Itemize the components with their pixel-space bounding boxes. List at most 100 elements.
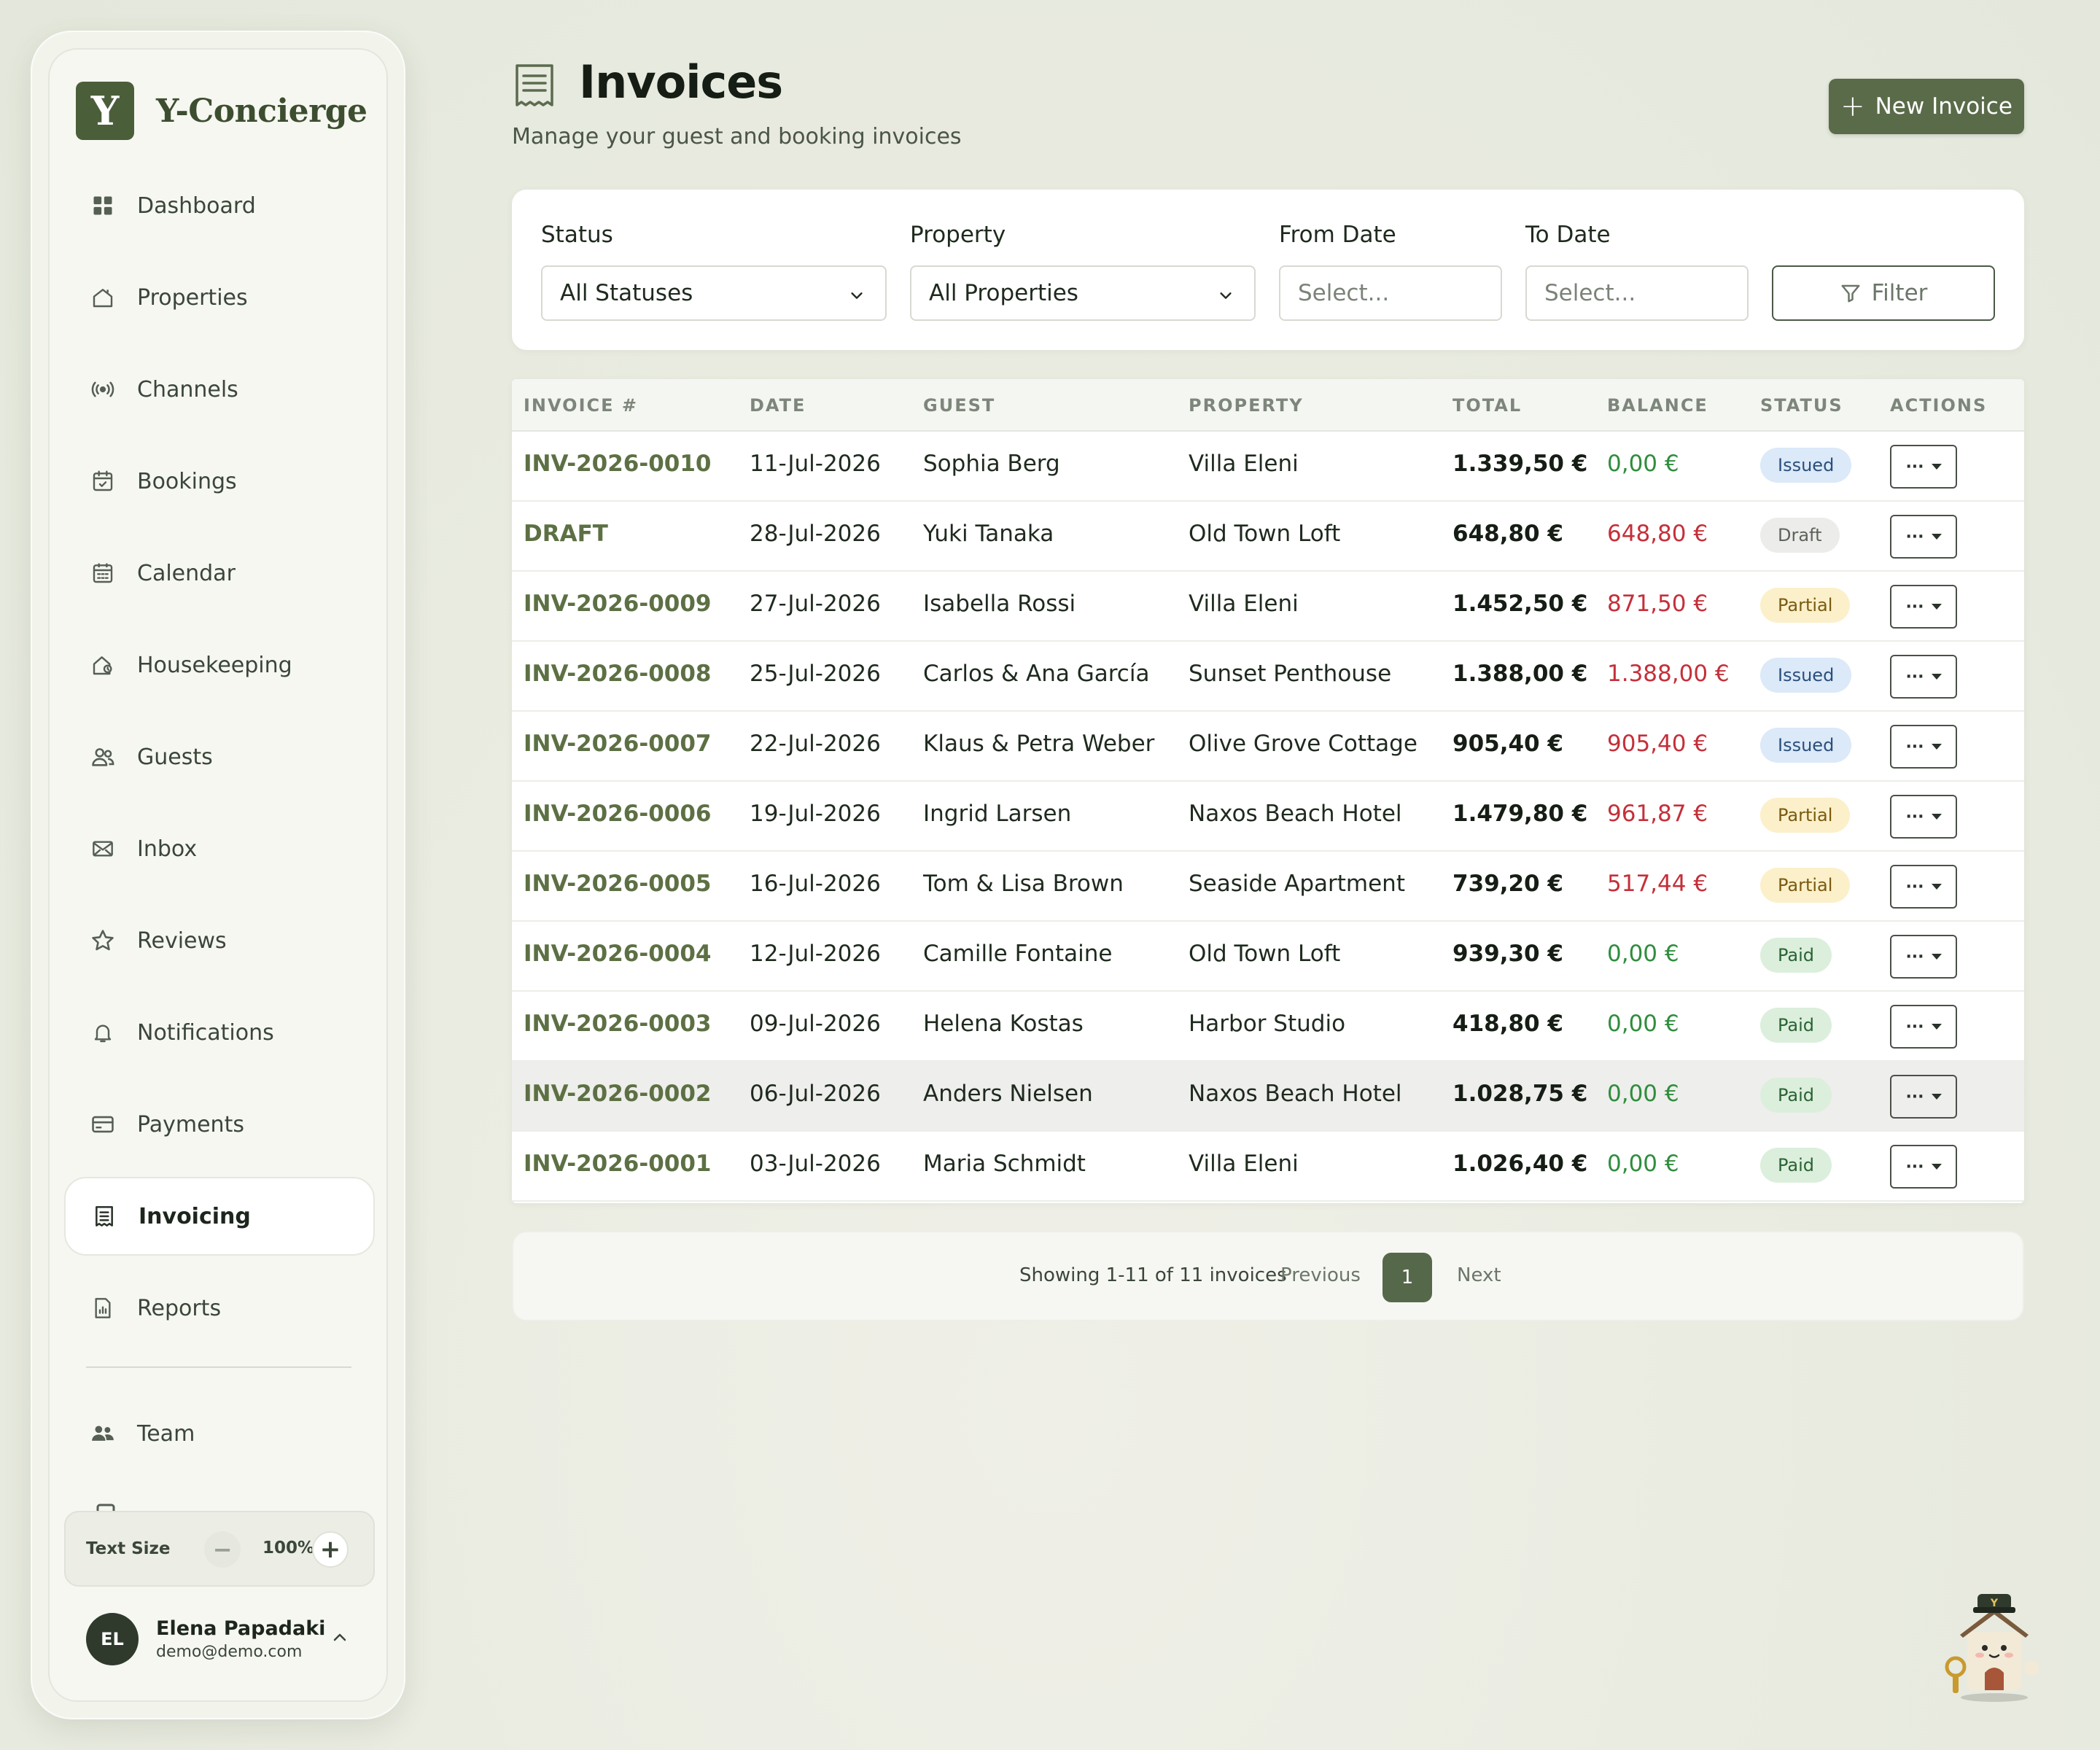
- receipt-icon: [92, 1204, 117, 1229]
- table-row[interactable]: INV-2026-0008 25-Jul-2026 Carlos & Ana Gar…: [512, 642, 2024, 712]
- invoice-number-link[interactable]: INV-2026-0007: [524, 731, 712, 757]
- row-actions-button[interactable]: ···: [1890, 655, 1957, 699]
- sidebar-item-inbox[interactable]: Inbox: [64, 809, 375, 888]
- page-title: Invoices: [579, 55, 783, 109]
- table-row[interactable]: INV-2026-0002 06-Jul-2026 Anders Nielsen Na…: [512, 1062, 2024, 1132]
- invoice-total: 739,20 €: [1452, 871, 1563, 897]
- sidebar-item-channels[interactable]: Channels: [64, 350, 375, 429]
- invoice-number-link[interactable]: INV-2026-0005: [524, 871, 712, 897]
- text-size-increase-button[interactable]: +: [312, 1531, 349, 1568]
- brand-name: Y-Concierge: [156, 92, 368, 130]
- row-actions-button[interactable]: ···: [1890, 795, 1957, 839]
- nav-divider: [86, 1366, 351, 1368]
- broadcast-icon: [90, 377, 115, 402]
- sidebar-item-label: Team: [137, 1420, 195, 1447]
- sidebar-item-label: Reviews: [137, 928, 227, 954]
- invoice-number-link[interactable]: DRAFT: [524, 521, 608, 547]
- avatar: EL: [86, 1613, 139, 1665]
- page-1-button[interactable]: 1: [1382, 1253, 1432, 1302]
- from-date-placeholder: Select...: [1298, 280, 1390, 306]
- concierge-house-icon: Y: [1945, 1594, 2039, 1702]
- chevron-up-icon[interactable]: [331, 1629, 349, 1646]
- invoice-date: 22-Jul-2026: [750, 731, 881, 757]
- table-row[interactable]: INV-2026-0010 11-Jul-2026 Sophia Berg Villa…: [512, 432, 2024, 502]
- table-row[interactable]: INV-2026-0003 09-Jul-2026 Helena Kostas Har…: [512, 992, 2024, 1062]
- invoice-number-link[interactable]: INV-2026-0004: [524, 941, 712, 967]
- sidebar-item-reviews[interactable]: Reviews: [64, 901, 375, 980]
- text-size-decrease-button[interactable]: −: [204, 1531, 241, 1568]
- property-name: Old Town Loft: [1189, 941, 1341, 967]
- invoice-number-link[interactable]: INV-2026-0002: [524, 1081, 712, 1107]
- sidebar-item-notifications[interactable]: Notifications: [64, 993, 375, 1072]
- user-name: Elena Papadaki: [156, 1617, 326, 1640]
- table-row[interactable]: INV-2026-0004 12-Jul-2026 Camille Fontaine…: [512, 922, 2024, 992]
- assistant-mascot-button[interactable]: Y: [1940, 1587, 2049, 1703]
- invoice-balance: 961,87 €: [1607, 801, 1708, 827]
- brand-logo: Y: [76, 82, 134, 140]
- report-icon: [90, 1296, 115, 1321]
- row-actions-button[interactable]: ···: [1890, 725, 1957, 769]
- row-actions-button[interactable]: ···: [1890, 935, 1957, 979]
- table-row[interactable]: INV-2026-0007 22-Jul-2026 Klaus & Petra We…: [512, 712, 2024, 782]
- row-actions-button[interactable]: ···: [1890, 1145, 1957, 1189]
- column-header-balance: BALANCE: [1607, 395, 1708, 416]
- plus-icon: +: [1840, 90, 1865, 123]
- sidebar-item-reports[interactable]: Reports: [64, 1269, 375, 1348]
- sidebar-item-payments[interactable]: Payments: [64, 1085, 375, 1164]
- more-icon: ···: [1905, 1157, 1924, 1176]
- sidebar-item-dashboard[interactable]: Dashboard: [64, 166, 375, 245]
- property-name: Naxos Beach Hotel: [1189, 801, 1402, 827]
- property-select[interactable]: All Properties: [910, 265, 1256, 321]
- sidebar-item-guests[interactable]: Guests: [64, 718, 375, 796]
- sidebar-item-housekeeping[interactable]: Housekeeping: [64, 626, 375, 704]
- invoice-total: 1.026,40 €: [1452, 1151, 1588, 1177]
- invoice-number-link[interactable]: INV-2026-0008: [524, 661, 712, 687]
- column-header-total: TOTAL: [1452, 395, 1522, 416]
- row-actions-button[interactable]: ···: [1890, 585, 1957, 629]
- caret-down-icon: [1931, 604, 1942, 610]
- guest-name: Anders Nielsen: [923, 1081, 1093, 1107]
- invoice-balance: 0,00 €: [1607, 451, 1679, 477]
- sidebar-item-invoicing[interactable]: Invoicing: [64, 1177, 375, 1256]
- page-subtitle: Manage your guest and booking invoices: [512, 124, 962, 149]
- brand[interactable]: Y Y-Concierge: [76, 82, 368, 140]
- to-date-input[interactable]: Select...: [1525, 265, 1749, 321]
- row-actions-button[interactable]: ···: [1890, 865, 1957, 909]
- invoice-number-link[interactable]: INV-2026-0010: [524, 451, 712, 477]
- invoice-number-link[interactable]: INV-2026-0006: [524, 801, 712, 827]
- filter-button[interactable]: Filter: [1772, 265, 1995, 321]
- column-header-guest: GUEST: [923, 395, 996, 416]
- sidebar-item-bookings[interactable]: Bookings: [64, 442, 375, 521]
- from-date-input[interactable]: Select...: [1279, 265, 1502, 321]
- next-page-button[interactable]: Next: [1457, 1264, 1501, 1286]
- caret-down-icon: [1931, 744, 1942, 750]
- sidebar-item-team[interactable]: Team: [64, 1394, 375, 1473]
- row-actions-button[interactable]: ···: [1890, 445, 1957, 489]
- filter-button-label: Filter: [1871, 280, 1928, 306]
- invoice-number-link[interactable]: INV-2026-0009: [524, 591, 712, 617]
- sidebar-item-calendar[interactable]: Calendar: [64, 534, 375, 612]
- sidebar: Y Y-Concierge Dashboard Properties Channel…: [31, 31, 405, 1719]
- envelope-icon: [90, 836, 115, 861]
- user-menu[interactable]: EL Elena Papadaki demo@demo.com: [64, 1601, 375, 1677]
- invoice-number-link[interactable]: INV-2026-0001: [524, 1151, 712, 1177]
- invoice-date: 27-Jul-2026: [750, 591, 881, 617]
- table-row[interactable]: INV-2026-0005 16-Jul-2026 Tom & Lisa Brown…: [512, 852, 2024, 922]
- row-actions-button[interactable]: ···: [1890, 1005, 1957, 1049]
- invoice-number-link[interactable]: INV-2026-0003: [524, 1011, 712, 1037]
- table-row[interactable]: DRAFT 28-Jul-2026 Yuki Tanaka Old Town Loft…: [512, 502, 2024, 572]
- row-actions-button[interactable]: ···: [1890, 515, 1957, 559]
- user-email: demo@demo.com: [156, 1643, 303, 1661]
- new-invoice-button[interactable]: + New Invoice: [1829, 79, 2024, 134]
- table-row[interactable]: INV-2026-0001 03-Jul-2026 Maria Schmidt Vil…: [512, 1132, 2024, 1202]
- table-row[interactable]: INV-2026-0009 27-Jul-2026 Isabella Rossi Vi…: [512, 572, 2024, 642]
- row-actions-button[interactable]: ···: [1890, 1075, 1957, 1119]
- status-select[interactable]: All Statuses: [541, 265, 887, 321]
- more-icon: ···: [1905, 807, 1924, 826]
- invoice-balance: 517,44 €: [1607, 871, 1708, 897]
- table-row[interactable]: INV-2026-0006 19-Jul-2026 Ingrid Larsen Nax…: [512, 782, 2024, 852]
- previous-page-button[interactable]: Previous: [1280, 1264, 1361, 1286]
- invoice-total: 939,30 €: [1452, 941, 1563, 967]
- new-invoice-label: New Invoice: [1875, 93, 2012, 120]
- sidebar-item-properties[interactable]: Properties: [64, 258, 375, 337]
